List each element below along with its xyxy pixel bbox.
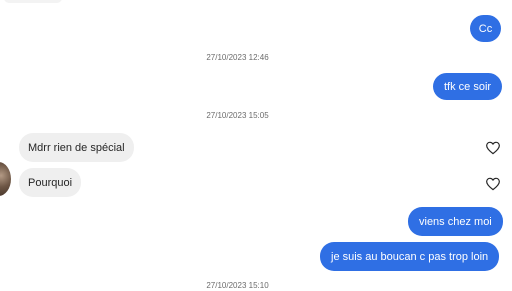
previous-message-remnant — [4, 0, 62, 3]
message-thread: Cc 27/10/2023 12:46 tfk ce soir 27/10/20… — [0, 0, 512, 291]
heart-outline-icon[interactable] — [485, 140, 501, 156]
sent-message-bubble[interactable]: je suis au boucan c pas trop loin — [320, 242, 500, 271]
sent-message-bubble[interactable]: viens chez moi — [408, 207, 503, 236]
sent-message-bubble[interactable]: Cc — [470, 15, 501, 42]
sent-message-bubble[interactable]: tfk ce soir — [433, 73, 503, 100]
message-timestamp: 27/10/2023 15:10 — [206, 281, 269, 290]
contact-avatar[interactable] — [0, 162, 11, 196]
heart-outline-icon[interactable] — [485, 176, 501, 192]
received-message-bubble[interactable]: Mdrr rien de spécial — [19, 133, 134, 162]
message-timestamp: 27/10/2023 12:46 — [206, 53, 269, 62]
received-message-bubble[interactable]: Pourquoi — [19, 168, 82, 197]
message-timestamp: 27/10/2023 15:05 — [206, 111, 269, 120]
